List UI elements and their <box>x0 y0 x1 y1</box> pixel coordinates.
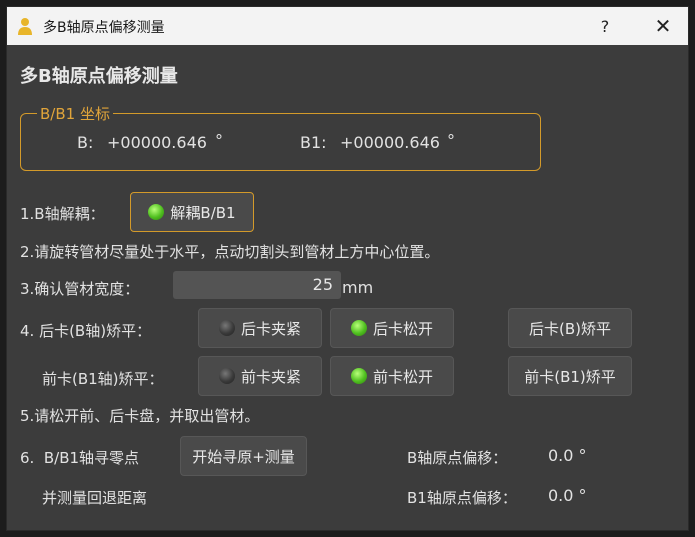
b1-axis-unit: ° <box>447 131 455 150</box>
rear-chuck-label: 4. 后卡(B轴)矫平： <box>20 322 152 340</box>
rear-release-label: 后卡松开 <box>372 319 433 338</box>
coordinates-group-title: B/B1 坐标 <box>37 103 113 124</box>
decouple-button-label: 解耦B/B1 <box>170 203 236 222</box>
b1-axis-label: B1: <box>300 133 327 152</box>
step5-text: 5.请松开前、后卡盘，并取出管材。 <box>20 407 260 425</box>
help-button[interactable]: ? <box>582 7 628 45</box>
rear-clamp-led <box>218 320 235 336</box>
front-clamp-label: 前卡夹紧 <box>240 367 301 386</box>
step6-label: 6. B/B1轴寻零点 <box>20 449 140 467</box>
front-release-led <box>350 368 367 384</box>
window-title: 多B轴原点偏移测量 <box>43 20 165 36</box>
b-axis-label: B: <box>77 133 94 152</box>
b1-offset-label: B1轴原点偏移： <box>407 489 517 507</box>
front-clamp-button[interactable]: 前卡夹紧 <box>198 356 322 396</box>
b-axis-unit: ° <box>215 131 223 150</box>
rear-level-button[interactable]: 后卡(B)矫平 <box>508 308 632 348</box>
tube-width-unit: mm <box>342 278 374 297</box>
front-clamp-led <box>218 368 235 384</box>
b-offset-label: B轴原点偏移： <box>407 449 508 467</box>
b1-axis-value: +00000.646 <box>340 133 440 152</box>
step3-label: 3.确认管材宽度： <box>20 280 140 298</box>
title-bar: 多B轴原点偏移测量 ? ✕ <box>7 7 688 45</box>
rear-release-button[interactable]: 后卡松开 <box>330 308 454 348</box>
rear-clamp-label: 后卡夹紧 <box>240 319 301 338</box>
close-button[interactable]: ✕ <box>640 7 686 45</box>
b-axis-value: +00000.646 <box>107 133 207 152</box>
rear-clamp-button[interactable]: 后卡夹紧 <box>198 308 322 348</box>
page-heading: 多B轴原点偏移测量 <box>20 66 178 87</box>
tube-width-input[interactable]: 25 <box>173 271 341 299</box>
step1-label: 1.B轴解耦： <box>20 205 105 223</box>
start-homing-button[interactable]: 开始寻原+测量 <box>180 436 307 476</box>
user-icon <box>18 18 32 35</box>
decouple-button[interactable]: 解耦B/B1 <box>130 192 254 232</box>
front-level-button[interactable]: 前卡(B1)矫平 <box>508 356 632 396</box>
b-offset-value: 0.0 ° <box>548 446 587 465</box>
step6-label-line2: 并测量回退距离 <box>42 489 148 507</box>
front-release-label: 前卡松开 <box>372 367 433 386</box>
rear-release-led <box>350 320 367 336</box>
front-release-button[interactable]: 前卡松开 <box>330 356 454 396</box>
step2-text: 2.请旋转管材尽量处于水平，点动切割头到管材上方中心位置。 <box>20 243 440 261</box>
front-chuck-label: 前卡(B1轴)矫平： <box>42 370 164 388</box>
b1-offset-value: 0.0 ° <box>548 486 587 505</box>
decouple-status-led <box>148 204 165 220</box>
coordinates-group: B/B1 坐标 <box>20 103 541 171</box>
